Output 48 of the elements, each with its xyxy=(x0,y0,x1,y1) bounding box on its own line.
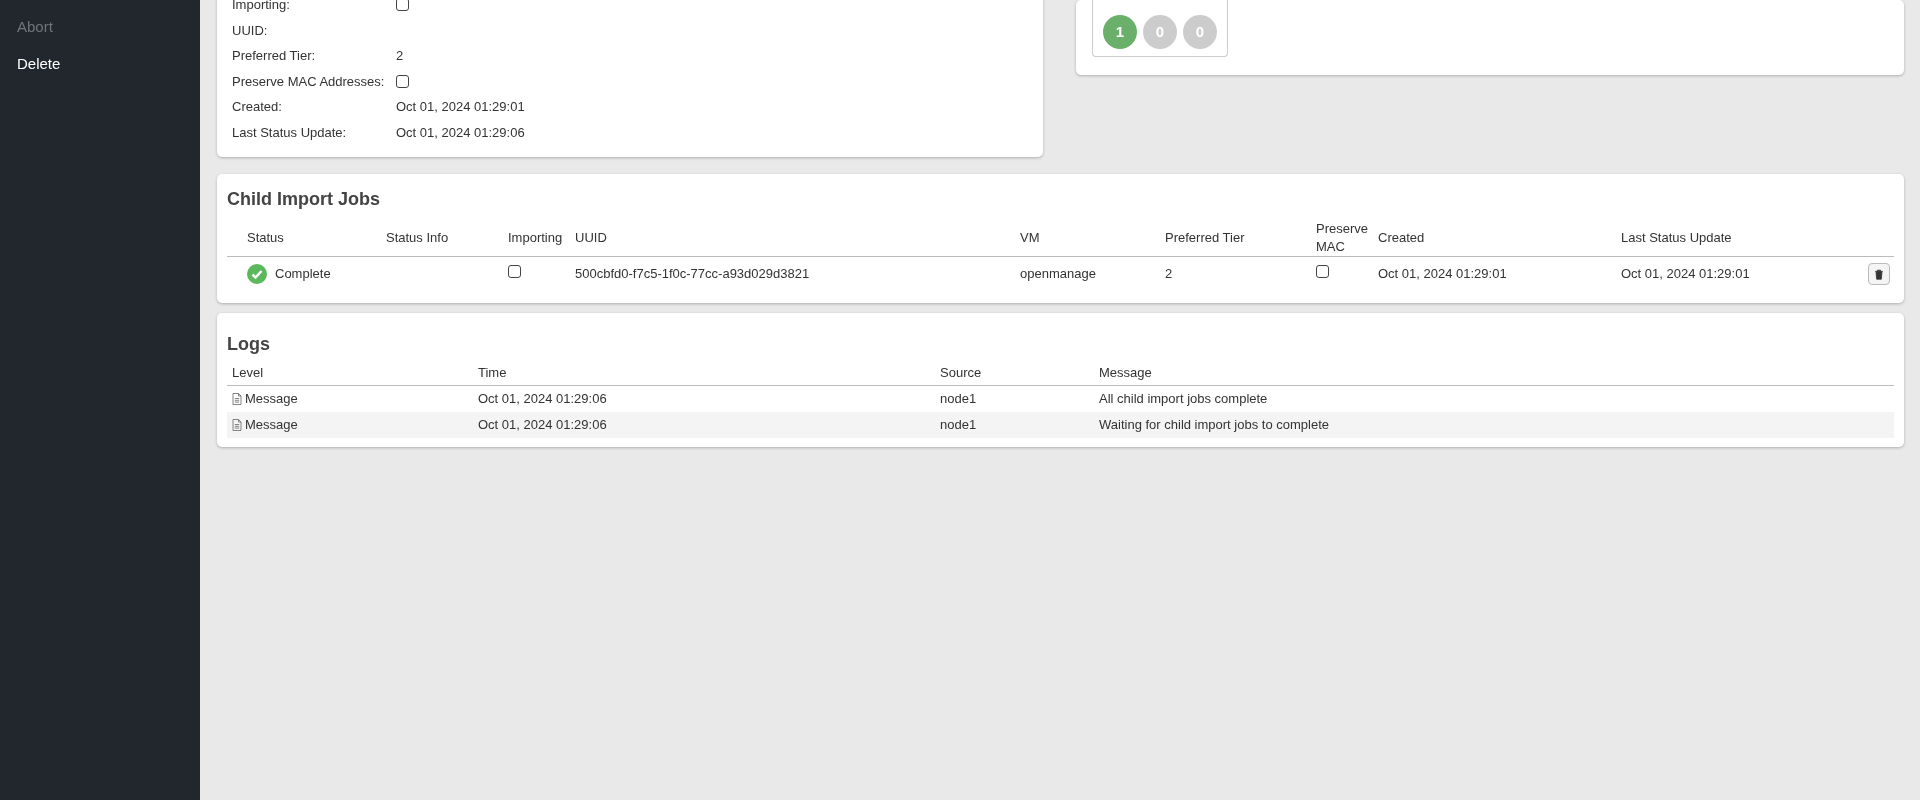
checkbox[interactable] xyxy=(396,74,409,88)
column-header: Created xyxy=(1378,228,1426,247)
table-cell-text: Waiting for child import jobs to complete xyxy=(1099,416,1330,435)
checkbox[interactable] xyxy=(508,265,521,279)
table-cell-text: All child import jobs complete xyxy=(1099,390,1269,409)
column-header: Status xyxy=(247,228,285,247)
table-cell-text: node1 xyxy=(940,416,978,435)
field-label: Last Status Update: xyxy=(232,123,348,142)
field-label: Preferred Tier: xyxy=(232,47,317,65)
field-value: Oct 01, 2024 01:29:06 xyxy=(396,123,525,142)
document-icon xyxy=(232,393,242,405)
card-title: Child Import Jobs xyxy=(227,188,381,211)
delete-button[interactable] xyxy=(1868,263,1890,285)
table-cell-text: Oct 01, 2024 01:29:06 xyxy=(478,390,608,409)
count-badge: 1 xyxy=(1103,15,1137,49)
column-header: UUID xyxy=(575,228,608,247)
checkbox[interactable] xyxy=(1316,265,1329,279)
field-label: Created: xyxy=(232,98,283,116)
card-title: Logs xyxy=(227,333,271,355)
trash-icon xyxy=(1874,268,1884,280)
table-cell-text: node1 xyxy=(940,390,978,409)
column-header: VM xyxy=(1020,228,1041,247)
field-label: UUID: xyxy=(232,21,269,40)
table-cell-text: 2 xyxy=(1165,265,1174,284)
table-cell-text: Oct 01, 2024 01:29:06 xyxy=(478,416,608,435)
field-label: Importing: xyxy=(232,0,291,14)
table-cell-text: openmanage xyxy=(1020,265,1097,284)
table-cell-text: 500cbfd0-f7c5-1f0c-77cc-a93d029d3821 xyxy=(575,265,811,284)
document-icon xyxy=(232,419,242,431)
column-header: Status Info xyxy=(386,228,450,247)
field-value: 2 xyxy=(396,47,404,65)
column-header: Last Status Update xyxy=(1621,228,1733,247)
column-header: Source xyxy=(940,363,983,382)
log-level: Message xyxy=(245,390,298,409)
table-cell-text: Oct 01, 2024 01:29:01 xyxy=(1378,265,1508,284)
status-text: Complete xyxy=(275,265,331,284)
column-header: Importing xyxy=(508,228,564,247)
log-level: Message xyxy=(245,416,298,435)
table-cell-text: Oct 01, 2024 01:29:01 xyxy=(1621,265,1750,284)
field-value: Oct 01, 2024 01:29:01 xyxy=(396,98,525,116)
field-label: Preserve MAC Addresses: xyxy=(232,72,386,91)
sidebar-item[interactable]: Delete xyxy=(17,52,183,75)
column-header: Preferred Tier xyxy=(1165,228,1246,247)
column-header: Level xyxy=(232,363,265,382)
column-header: Time xyxy=(478,363,508,382)
checkbox[interactable] xyxy=(396,0,409,12)
column-header: Preserve MAC xyxy=(1316,219,1370,256)
column-header: Message xyxy=(1099,363,1153,382)
